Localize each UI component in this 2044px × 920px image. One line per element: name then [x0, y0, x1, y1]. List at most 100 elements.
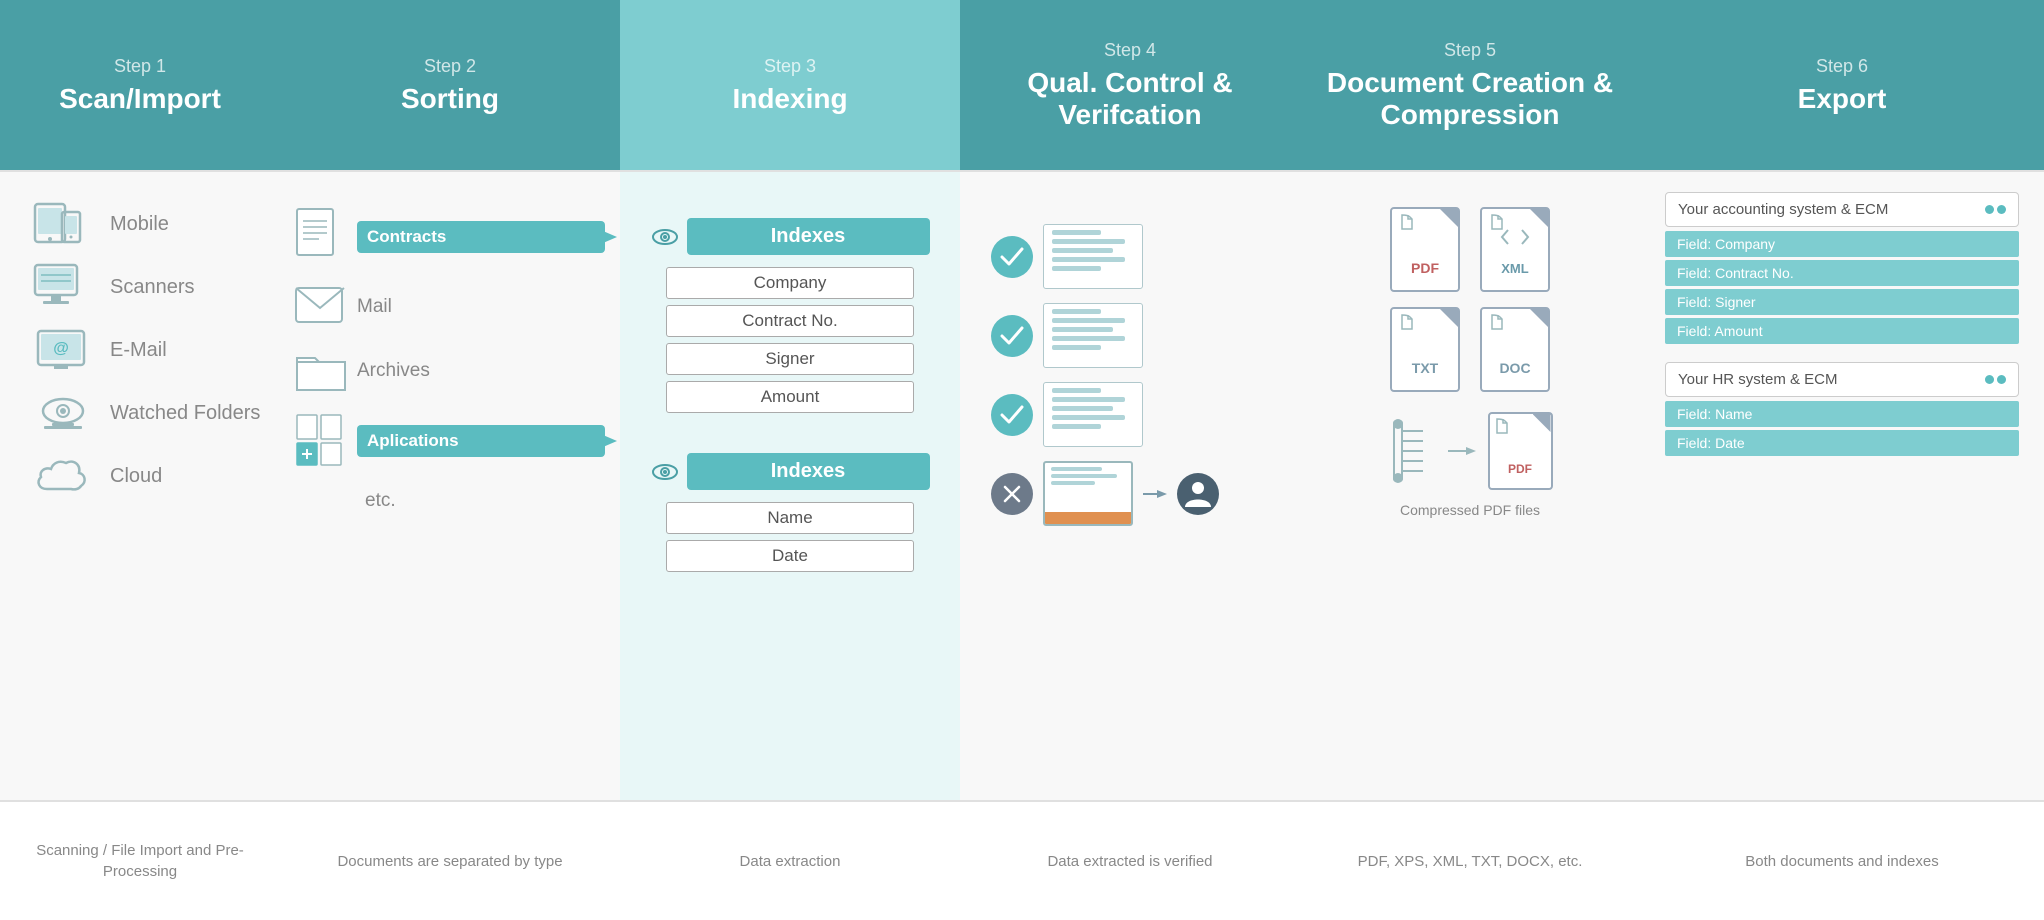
scan-item-mobile: Mobile — [35, 202, 265, 247]
sorting-column: Contracts Mail — [280, 172, 620, 800]
applications-doc-icon — [295, 413, 347, 468]
export-field-date: Field: Date — [1665, 430, 2019, 456]
step4-header: Step 4 Qual. Control & Verifcation — [960, 0, 1300, 170]
applications-indexes-bar: Indexes — [687, 453, 930, 490]
step6-header: Step 6 Export — [1640, 0, 2044, 170]
contracts-doc-icon — [295, 207, 347, 267]
scan-item-watched: Watched Folders — [35, 391, 265, 436]
step2-header: Step 2 Sorting — [280, 0, 620, 170]
cloud-icon — [35, 454, 90, 499]
sort-mail-row: Mail — [295, 284, 605, 329]
scan-item-email: @ E-Mail — [35, 328, 265, 373]
workflow-diagram: Step 1 Scan/Import Step 2 Sorting Step 3… — [0, 0, 2044, 920]
compressed-pdf-icon: PDF — [1488, 412, 1553, 490]
sort-archives-row: Archives — [295, 346, 605, 396]
step5-label: Step 5 — [1444, 40, 1496, 61]
applications-indexes-row: Indexes — [651, 453, 930, 490]
index-field-company: Company — [666, 267, 914, 299]
xml-icon: XML — [1480, 207, 1550, 292]
step4-title: Qual. Control & Verifcation — [970, 67, 1290, 131]
contracts-indexes-row: Indexes — [651, 218, 930, 255]
archives-icon — [295, 346, 347, 396]
doc-creation-column: PDF XML — [1300, 172, 1640, 800]
step2-title: Sorting — [401, 83, 499, 115]
arrow-to-person — [1143, 487, 1167, 501]
footer-col6: Both documents and indexes — [1640, 802, 2044, 920]
contracts-indexes-bar: Indexes — [687, 218, 930, 255]
doc-preview-1 — [1043, 224, 1143, 289]
qc-doc-2 — [991, 303, 1270, 368]
indexing-column: Indexes Company Contract No. Signer Amou… — [620, 172, 960, 800]
header-row: Step 1 Scan/Import Step 2 Sorting Step 3… — [0, 0, 2044, 170]
xml-arrows — [1500, 227, 1530, 247]
qc-doc-1 — [991, 224, 1270, 289]
scanner-icon — [35, 265, 90, 310]
export-field-signer: Field: Signer — [1665, 289, 2019, 315]
doc-preview-3 — [1043, 382, 1143, 447]
qc-doc-rejected — [991, 461, 1270, 526]
check-icon-2 — [991, 315, 1033, 357]
scan-items: Mobile — [15, 202, 265, 499]
footer-col4: Data extracted is verified — [960, 802, 1300, 920]
step6-title: Export — [1798, 83, 1887, 115]
index-field-name: Name — [666, 502, 914, 534]
step1-header: Step 1 Scan/Import — [0, 0, 280, 170]
step2-label: Step 2 — [424, 56, 476, 77]
watched-folders-icon — [35, 391, 90, 436]
footer-col1: Scanning / File Import and Pre-Processin… — [0, 802, 280, 920]
x-icon-rejected — [991, 473, 1033, 515]
export-system-accounting: Your accounting system & ECM — [1665, 192, 2019, 227]
file-types-row2: TXT DOC — [1390, 307, 1550, 392]
scan-item-scanners: Scanners — [35, 265, 265, 310]
export-field-amount: Field: Amount — [1665, 318, 2019, 344]
scan-label-cloud: Cloud — [110, 465, 162, 488]
content-row: Mobile — [0, 170, 2044, 800]
compress-icon — [1388, 416, 1438, 486]
sort-applications-row: Aplications — [295, 413, 605, 468]
file-types-row1: PDF XML — [1390, 207, 1550, 292]
step3-header: Step 3 Indexing — [620, 0, 960, 170]
compress-arrow — [1448, 444, 1478, 458]
doc-preview-2 — [1043, 303, 1143, 368]
mail-icon — [295, 284, 347, 329]
compressed-label: Compressed PDF files — [1400, 502, 1540, 518]
export-group-accounting: Your accounting system & ECM Field: Comp… — [1665, 192, 2019, 347]
contracts-label: Contracts — [357, 221, 605, 253]
mobile-icon — [35, 202, 90, 247]
sort-label-archives: Archives — [357, 360, 430, 382]
step6-label: Step 6 — [1816, 56, 1868, 77]
scan-label-watched: Watched Folders — [110, 402, 260, 425]
applications-label: Aplications — [357, 425, 605, 457]
txt-icon: TXT — [1390, 307, 1460, 392]
index-field-amount: Amount — [666, 381, 914, 413]
step5-header: Step 5 Document Creation & Compression — [1300, 0, 1640, 170]
eye-icon-applications — [651, 461, 679, 483]
rejected-doc-preview — [1043, 461, 1133, 526]
footer-col5: PDF, XPS, XML, TXT, DOCX, etc. — [1300, 802, 1640, 920]
export-column: Your accounting system & ECM Field: Comp… — [1640, 172, 2044, 800]
step4-label: Step 4 — [1104, 40, 1156, 61]
index-field-date: Date — [666, 540, 914, 572]
scan-label-scanners: Scanners — [110, 276, 195, 299]
step3-title: Indexing — [732, 83, 847, 115]
sort-label-mail: Mail — [357, 296, 392, 318]
index-field-contractno: Contract No. — [666, 305, 914, 337]
qc-column — [960, 172, 1300, 800]
dots-accounting — [1985, 205, 2006, 214]
export-group-hr: Your HR system & ECM Field: Name Field: … — [1665, 362, 2019, 459]
footer-col2: Documents are separated by type — [280, 802, 620, 920]
scan-label-mobile: Mobile — [110, 213, 169, 236]
doc-icon: DOC — [1480, 307, 1550, 392]
sort-label-etc: etc. — [365, 490, 396, 512]
export-system-hr: Your HR system & ECM — [1665, 362, 2019, 397]
email-icon: @ — [35, 328, 90, 373]
compress-row: PDF — [1388, 412, 1553, 490]
check-icon-3 — [991, 394, 1033, 436]
sort-contracts-row: Contracts — [295, 207, 605, 267]
export-field-name: Field: Name — [1665, 401, 2019, 427]
qc-doc-3 — [991, 382, 1270, 447]
step1-title: Scan/Import — [59, 83, 221, 115]
scan-column: Mobile — [0, 172, 280, 800]
footer-col3: Data extraction — [620, 802, 960, 920]
check-icon-1 — [991, 236, 1033, 278]
